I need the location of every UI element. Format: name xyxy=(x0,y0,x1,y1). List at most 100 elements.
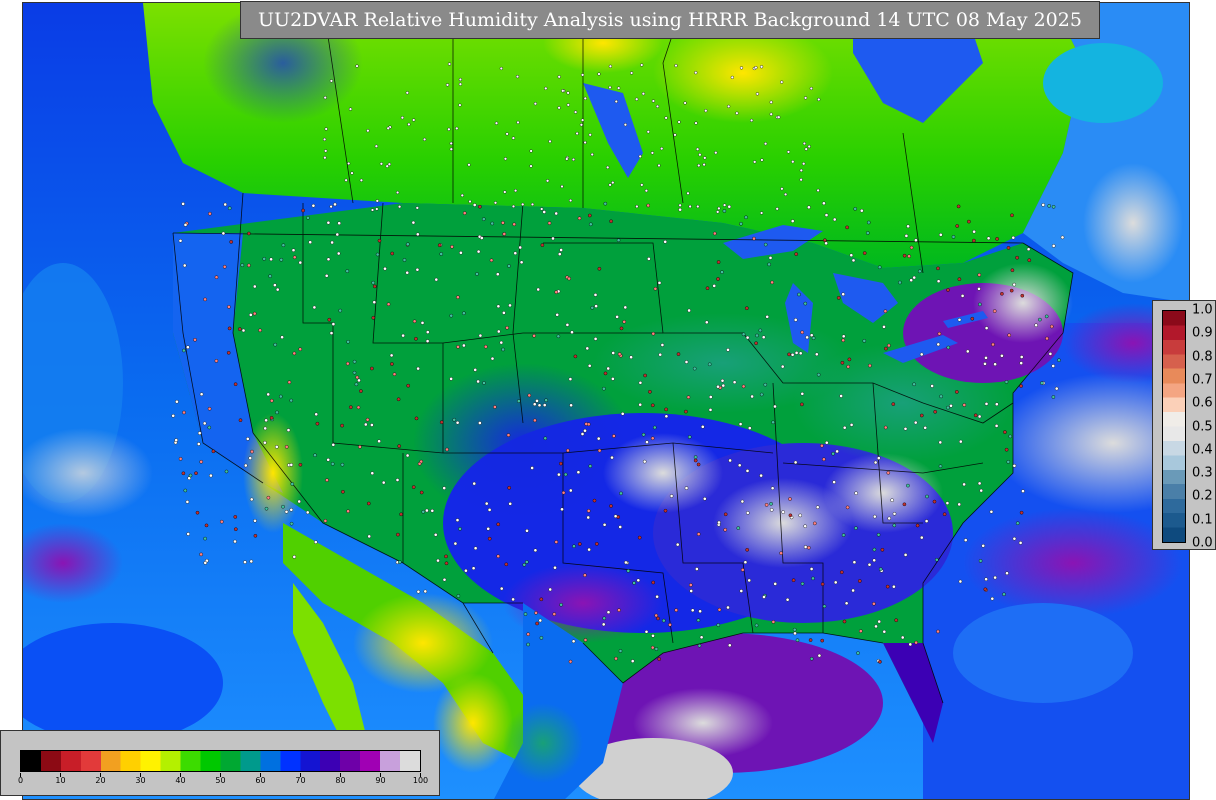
station-marker xyxy=(862,251,867,255)
station-marker xyxy=(323,156,327,160)
station-marker xyxy=(487,508,492,512)
station-marker xyxy=(1015,521,1020,526)
station-marker xyxy=(900,635,905,640)
station-marker xyxy=(456,295,460,300)
station-marker xyxy=(614,99,618,104)
station-marker xyxy=(702,163,706,167)
station-marker xyxy=(1020,293,1025,298)
station-marker xyxy=(744,215,748,220)
station-marker xyxy=(717,206,721,210)
station-marker xyxy=(1009,288,1014,293)
station-marker xyxy=(984,326,989,330)
station-marker xyxy=(592,498,597,503)
station-marker xyxy=(909,278,914,283)
station-marker xyxy=(366,501,371,506)
station-marker xyxy=(583,573,587,578)
station-marker xyxy=(820,582,825,586)
station-marker xyxy=(745,469,750,473)
station-marker xyxy=(923,425,928,430)
station-marker xyxy=(478,421,482,425)
station-marker xyxy=(610,455,614,460)
station-marker xyxy=(178,238,183,243)
station-marker xyxy=(920,413,924,418)
station-marker xyxy=(817,97,821,102)
station-marker xyxy=(589,222,593,227)
station-marker xyxy=(903,553,908,557)
station-marker xyxy=(348,107,353,111)
station-marker xyxy=(786,150,791,154)
station-marker xyxy=(646,203,651,208)
station-marker xyxy=(903,426,908,431)
station-marker xyxy=(657,657,662,661)
station-marker xyxy=(758,328,763,333)
station-marker xyxy=(538,618,543,623)
station-marker xyxy=(651,403,655,408)
station-marker xyxy=(619,326,624,331)
station-marker xyxy=(694,121,698,125)
station-marker xyxy=(456,594,461,598)
station-marker xyxy=(973,413,978,418)
station-marker xyxy=(606,165,610,169)
station-marker xyxy=(957,277,962,282)
station-marker xyxy=(458,77,462,82)
station-marker xyxy=(811,576,815,581)
station-marker xyxy=(872,602,876,606)
station-marker xyxy=(780,80,784,84)
station-marker xyxy=(824,241,828,246)
station-marker xyxy=(844,601,849,606)
station-marker xyxy=(658,352,663,357)
station-marker xyxy=(807,144,811,149)
station-marker xyxy=(936,629,940,634)
station-marker xyxy=(405,242,410,246)
station-marker xyxy=(289,398,294,403)
station-marker xyxy=(618,525,623,529)
anomaly-colorbar xyxy=(1162,310,1186,543)
station-marker xyxy=(561,490,566,495)
station-marker xyxy=(890,498,894,503)
station-marker xyxy=(1019,361,1024,365)
station-marker xyxy=(185,500,190,504)
station-marker xyxy=(516,399,521,403)
station-marker xyxy=(641,92,645,96)
station-marker xyxy=(1051,204,1056,209)
station-marker xyxy=(615,315,619,319)
station-marker xyxy=(566,91,570,95)
station-marker xyxy=(946,288,950,292)
station-marker xyxy=(585,346,590,351)
station-marker xyxy=(608,183,612,187)
station-marker xyxy=(986,236,991,241)
station-marker xyxy=(433,533,438,537)
station-marker xyxy=(873,460,878,465)
station-marker xyxy=(799,168,803,172)
station-marker xyxy=(542,210,547,214)
station-marker xyxy=(333,202,337,207)
station-marker xyxy=(445,83,450,87)
station-marker xyxy=(460,193,464,197)
station-marker xyxy=(669,494,674,498)
station-marker xyxy=(483,344,488,349)
station-marker xyxy=(306,216,310,220)
station-marker xyxy=(611,377,615,381)
station-marker xyxy=(696,204,700,209)
station-marker xyxy=(1047,204,1051,208)
station-marker xyxy=(638,402,643,407)
station-marker xyxy=(182,410,186,415)
station-marker xyxy=(557,75,561,79)
station-marker xyxy=(753,160,757,164)
station-marker xyxy=(882,629,887,634)
station-marker xyxy=(884,346,888,351)
station-marker xyxy=(698,609,702,614)
station-marker xyxy=(350,171,354,175)
station-marker xyxy=(507,485,512,490)
station-marker xyxy=(579,123,583,127)
station-marker xyxy=(593,337,598,341)
station-marker xyxy=(1019,510,1024,515)
station-marker xyxy=(760,158,764,162)
station-marker xyxy=(720,378,725,383)
station-marker xyxy=(739,589,744,593)
station-marker xyxy=(692,366,697,371)
station-marker xyxy=(398,205,402,209)
station-marker xyxy=(887,516,892,521)
station-marker xyxy=(503,157,508,161)
station-marker xyxy=(854,526,858,530)
